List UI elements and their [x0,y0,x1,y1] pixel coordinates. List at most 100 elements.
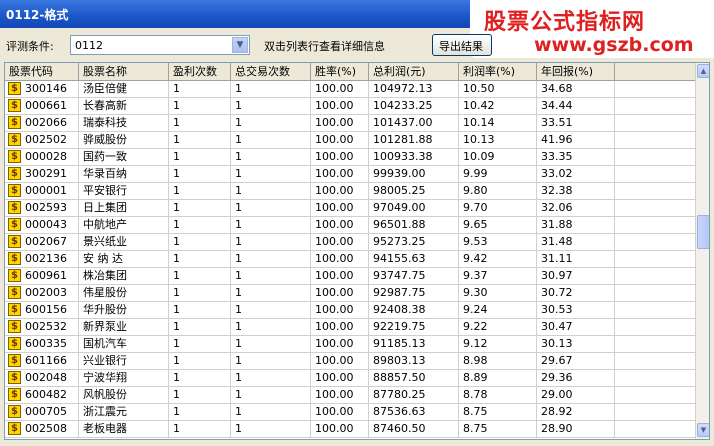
cell-profitrate: 10.14 [459,115,537,131]
cell-profit: 87536.63 [369,404,459,420]
table-header: 股票代码 股票名称 盈利次数 总交易次数 胜率(%) 总利润(元) 利润率(%) 年回报(%) [5,63,695,81]
watermark-line1: 股票公式指标网 [484,10,646,35]
cell-profit: 96501.88 [369,217,459,233]
cell-wins: 1 [169,336,231,352]
cell-profit: 95273.25 [369,234,459,250]
cell-wins: 1 [169,166,231,182]
cell-trades: 1 [231,183,311,199]
column-header-wins[interactable]: 盈利次数 [169,63,231,80]
double-click-hint: 双击列表行查看详细信息 [264,40,385,53]
cell-code: 600335 [5,336,79,352]
scroll-thumb[interactable] [697,215,709,249]
cell-name: 伟星股份 [79,285,169,301]
cell-name: 国机汽车 [79,336,169,352]
table-row[interactable]: $000705 浙江震元 1 1 100.00 87536.63 8.75 28.92 [5,404,695,421]
cell-annual: 28.90 [537,421,615,437]
watermark-line2: www.gszb.com [534,34,694,56]
cell-code: 002502 [5,132,79,148]
vertical-scrollbar[interactable]: ▲ ▼ [695,63,709,439]
cell-name: 风帆股份 [79,387,169,403]
table-row[interactable]: $002532 新界泵业 1 1 100.00 92219.75 9.22 30.47 [5,319,695,336]
column-header-code[interactable]: 股票代码 [5,63,79,80]
cell-code: 000705 [5,404,79,420]
table-row[interactable]: $600961 株冶集团 1 1 100.00 93747.75 9.37 30.97 [5,268,695,285]
cell-code: 002593 [5,200,79,216]
column-header-profit[interactable]: 总利润(元) [369,63,459,80]
scroll-down-icon[interactable]: ▼ [697,423,709,437]
scroll-up-icon[interactable]: ▲ [697,64,709,78]
cell-profit: 101437.00 [369,115,459,131]
cell-winrate: 100.00 [311,217,369,233]
window-title: 0112-格式 [6,8,69,22]
table-row[interactable]: $002502 骅威股份 1 1 100.00 101281.88 10.13 41.96 [5,132,695,149]
cell-trades: 1 [231,115,311,131]
table-row[interactable]: $000028 国药一致 1 1 100.00 100933.38 10.09 33.35 [5,149,695,166]
cell-winrate: 100.00 [311,268,369,284]
cell-profit: 89803.13 [369,353,459,369]
cell-trades: 1 [231,370,311,386]
cell-winrate: 100.00 [311,302,369,318]
cell-wins: 1 [169,387,231,403]
cell-annual: 32.38 [537,183,615,199]
table-row[interactable]: $300146 汤臣倍健 1 1 100.00 104972.13 10.50 34.68 [5,81,695,98]
table-row[interactable]: $002066 瑞泰科技 1 1 100.00 101437.00 10.14 33.51 [5,115,695,132]
cell-code: 600156 [5,302,79,318]
cell-winrate: 100.00 [311,370,369,386]
table-row[interactable]: $600156 华升股份 1 1 100.00 92408.38 9.24 30.53 [5,302,695,319]
table-row[interactable]: $000043 中航地产 1 1 100.00 96501.88 9.65 31.88 [5,217,695,234]
cell-profitrate: 8.75 [459,404,537,420]
cell-code: 000043 [5,217,79,233]
table-row[interactable]: $002048 宁波华翔 1 1 100.00 88857.50 8.89 29.36 [5,370,695,387]
table-row[interactable]: $300291 华录百纳 1 1 100.00 99939.00 9.99 33.02 [5,166,695,183]
table-row[interactable]: $000001 平安银行 1 1 100.00 98005.25 9.80 32.38 [5,183,695,200]
cell-name: 汤臣倍健 [79,81,169,97]
column-header-annual[interactable]: 年回报(%) [537,63,615,80]
cell-profit: 88857.50 [369,370,459,386]
cell-winrate: 100.00 [311,353,369,369]
watermark-logo: 股票公式指标网 www.gszb.com [470,0,714,58]
cell-annual: 30.72 [537,285,615,301]
cell-name: 长春高新 [79,98,169,114]
cell-name: 兴业银行 [79,353,169,369]
cell-profit: 92219.75 [369,319,459,335]
table-row[interactable]: $000661 长春高新 1 1 100.00 104233.25 10.42 34.44 [5,98,695,115]
cell-winrate: 100.00 [311,251,369,267]
cell-annual: 34.44 [537,98,615,114]
table-row[interactable]: $002067 景兴纸业 1 1 100.00 95273.25 9.53 31.48 [5,234,695,251]
column-header-winrate[interactable]: 胜率(%) [311,63,369,80]
cell-winrate: 100.00 [311,387,369,403]
export-results-button[interactable]: 导出结果 [432,34,492,56]
table-row[interactable]: $002593 日上集团 1 1 100.00 97049.00 9.70 32.06 [5,200,695,217]
cell-trades: 1 [231,285,311,301]
cell-winrate: 100.00 [311,132,369,148]
cell-wins: 1 [169,302,231,318]
cell-wins: 1 [169,183,231,199]
condition-select[interactable]: 0112 ▼ [70,35,250,55]
chevron-down-icon[interactable]: ▼ [232,37,248,53]
cell-wins: 1 [169,98,231,114]
cell-profitrate: 9.24 [459,302,537,318]
cell-code: 002066 [5,115,79,131]
cell-winrate: 100.00 [311,421,369,437]
cell-wins: 1 [169,353,231,369]
column-header-trades[interactable]: 总交易次数 [231,63,311,80]
table-row[interactable]: $002136 安 纳 达 1 1 100.00 94155.63 9.42 31.11 [5,251,695,268]
cell-wins: 1 [169,234,231,250]
cell-code: 002532 [5,319,79,335]
table-row[interactable]: $600482 风帆股份 1 1 100.00 87780.25 8.78 29.00 [5,387,695,404]
cell-profit: 97049.00 [369,200,459,216]
cell-winrate: 100.00 [311,404,369,420]
cell-code: 300146 [5,81,79,97]
cell-wins: 1 [169,268,231,284]
cell-winrate: 100.00 [311,200,369,216]
table-row[interactable]: $002508 老板电器 1 1 100.00 87460.50 8.75 28.90 [5,421,695,438]
column-header-profitrate[interactable]: 利润率(%) [459,63,537,80]
cell-profit: 99939.00 [369,166,459,182]
cell-name: 株冶集团 [79,268,169,284]
column-header-name[interactable]: 股票名称 [79,63,169,80]
table-row[interactable]: $601166 兴业银行 1 1 100.00 89803.13 8.98 29.67 [5,353,695,370]
cell-winrate: 100.00 [311,319,369,335]
cell-annual: 41.96 [537,132,615,148]
table-row[interactable]: $002003 伟星股份 1 1 100.00 92987.75 9.30 30.72 [5,285,695,302]
table-row[interactable]: $600335 国机汽车 1 1 100.00 91185.13 9.12 30.13 [5,336,695,353]
